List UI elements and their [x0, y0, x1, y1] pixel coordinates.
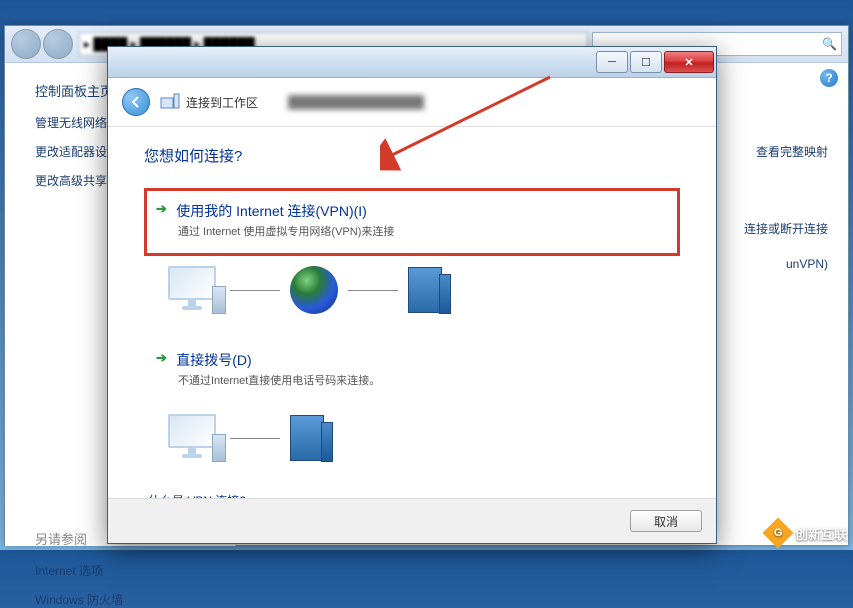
- connection-prompt: 您想如何连接?: [144, 145, 680, 166]
- maximize-button[interactable]: ☐: [630, 51, 662, 73]
- minimize-button[interactable]: ─: [596, 51, 628, 73]
- vpn-illustration: [164, 266, 680, 314]
- blurred-subtitle: ████████████████: [288, 95, 702, 109]
- dialog-titlebar: ─ ☐ ✕: [108, 47, 716, 78]
- workplace-icon: [160, 92, 180, 112]
- watermark: G 创新互联: [767, 522, 847, 544]
- watermark-logo-icon: G: [762, 517, 793, 548]
- dialog-back-button[interactable]: [122, 88, 150, 116]
- dialog-footer: 取消: [108, 498, 716, 543]
- server-icon: [408, 267, 442, 313]
- dialup-option-title: 直接拨号(D): [176, 352, 251, 368]
- vpn-option-title: 使用我的 Internet 连接(VPN)(I): [176, 203, 367, 219]
- arrow-left-icon: [129, 95, 143, 109]
- windows-firewall-link[interactable]: Windows 防火墙: [35, 591, 235, 608]
- arrow-right-icon: ➔: [156, 201, 167, 217]
- view-full-map-link[interactable]: 查看完整映射: [744, 143, 828, 160]
- nav-forward-button[interactable]: [43, 29, 73, 59]
- computer-icon: [164, 414, 220, 462]
- arrow-right-icon: ➔: [156, 350, 167, 366]
- nav-back-button[interactable]: [11, 29, 41, 59]
- vpn-option-desc: 通过 Internet 使用虚拟专用网络(VPN)来连接: [178, 223, 668, 239]
- dialup-option[interactable]: ➔ 直接拨号(D) 不通过Internet直接使用电话号码来连接。: [144, 334, 680, 404]
- search-icon: 🔍: [822, 37, 837, 51]
- computer-icon: [164, 266, 220, 314]
- dialup-illustration: [164, 414, 680, 462]
- server-icon: [290, 415, 324, 461]
- dialog-body: 您想如何连接? ➔ 使用我的 Internet 连接(VPN)(I) 通过 In…: [108, 127, 716, 509]
- connect-workplace-dialog: ─ ☐ ✕ 连接到工作区 ████████████████ 您想如何连接? ➔ …: [107, 46, 717, 544]
- connect-disconnect-link[interactable]: 连接或断开连接: [744, 220, 828, 237]
- cancel-button[interactable]: 取消: [630, 510, 702, 532]
- internet-options-link[interactable]: Internet 选项: [35, 562, 235, 579]
- vpn-option[interactable]: ➔ 使用我的 Internet 连接(VPN)(I) 通过 Internet 使…: [144, 188, 680, 256]
- watermark-text: 创新互联: [795, 524, 847, 543]
- dialup-option-desc: 不通过Internet直接使用电话号码来连接。: [178, 372, 668, 388]
- close-button[interactable]: ✕: [664, 51, 714, 73]
- globe-icon: [290, 266, 338, 314]
- dialog-title: 连接到工作区: [186, 94, 258, 111]
- vpn-item-link[interactable]: unVPN): [744, 257, 828, 271]
- dialog-header: 连接到工作区 ████████████████: [108, 78, 716, 127]
